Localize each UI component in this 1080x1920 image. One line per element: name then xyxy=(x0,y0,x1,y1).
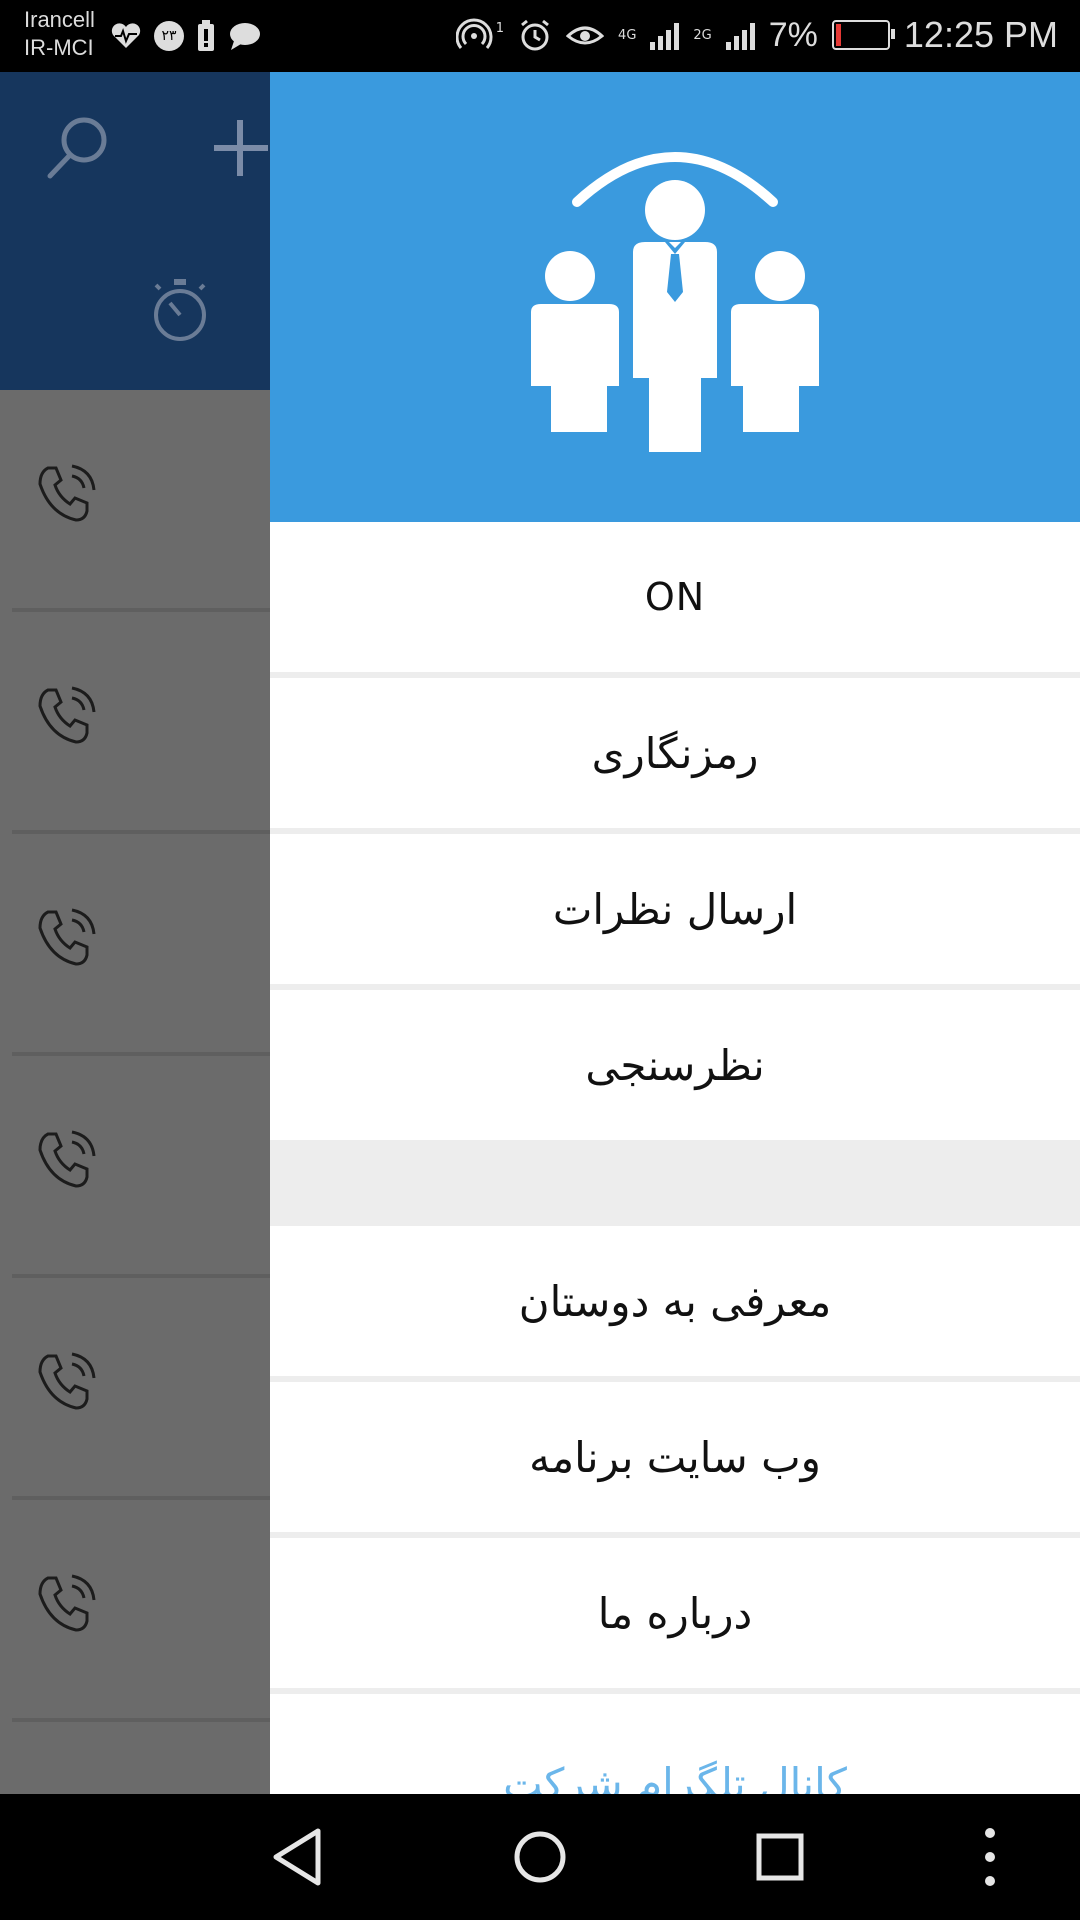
hotspot-icon xyxy=(455,18,493,49)
clock: 12:25 PM xyxy=(903,14,1058,55)
phone-call-icon[interactable] xyxy=(34,1572,98,1636)
menu-item-label: معرفی به دوستان xyxy=(518,1276,832,1326)
drawer-header xyxy=(270,72,1080,522)
app-background xyxy=(0,72,270,1794)
call-list xyxy=(0,390,270,1722)
phone-call-icon[interactable] xyxy=(34,462,98,526)
navigation-drawer: ON رمزنگاری ارسال نظرات نظرسنجی معرفی به… xyxy=(270,72,1080,1794)
drawer-menu: ON رمزنگاری ارسال نظرات نظرسنجی معرفی به… xyxy=(270,522,1080,1794)
recents-icon[interactable] xyxy=(744,1821,816,1893)
list-item[interactable] xyxy=(0,1056,270,1278)
phone-call-icon[interactable] xyxy=(34,684,98,748)
heart-rate-icon xyxy=(111,23,141,48)
phone-call-icon[interactable] xyxy=(34,906,98,970)
back-icon[interactable] xyxy=(264,1821,336,1893)
menu-divider-block xyxy=(270,1140,1080,1226)
message-icon xyxy=(230,23,260,50)
menu-item-toggle-on[interactable]: ON xyxy=(270,522,1080,678)
menu-item-telegram-channel[interactable]: کانال تلگرام شرکت xyxy=(270,1694,1080,1794)
menu-item-label: ON xyxy=(644,575,706,619)
battery-icon xyxy=(831,20,895,50)
menu-item-label: درباره ما xyxy=(597,1588,753,1638)
list-item[interactable] xyxy=(0,390,270,612)
menu-item-label: ارسال نظرات xyxy=(552,884,798,934)
eye-comfort-icon xyxy=(566,26,605,45)
menu-item-label: نظرسنجی xyxy=(585,1040,765,1090)
signal-bars-1-icon xyxy=(650,20,680,50)
menu-item-label: وب سایت برنامه xyxy=(529,1432,821,1482)
menu-item-invite-friends[interactable]: معرفی به دوستان xyxy=(270,1226,1080,1382)
list-item[interactable] xyxy=(0,834,270,1056)
list-item[interactable] xyxy=(0,1278,270,1500)
battery-percent: 7% xyxy=(768,15,818,54)
menu-item-website[interactable]: وب سایت برنامه xyxy=(270,1382,1080,1538)
menu-item-about-us[interactable]: درباره ما xyxy=(270,1538,1080,1694)
menu-item-label: رمزنگاری xyxy=(591,728,759,778)
sim-index: 1 xyxy=(495,20,505,36)
notification-icons: ۲۳ xyxy=(110,18,262,54)
carrier-labels: Irancell IR-MCI xyxy=(24,6,95,62)
status-bar: Irancell IR-MCI ۲۳ 1 4G 2G 7% 12:25 PM xyxy=(0,0,1080,72)
network-type-1: 4G xyxy=(618,27,637,43)
team-logo-icon xyxy=(531,152,819,452)
home-icon[interactable] xyxy=(504,1821,576,1893)
list-item[interactable] xyxy=(0,612,270,834)
plus-icon[interactable] xyxy=(210,112,270,182)
battery-saver-icon xyxy=(198,20,214,51)
status-right: 1 4G 2G 7% 12:25 PM xyxy=(455,14,1058,56)
list-item[interactable] xyxy=(0,1500,270,1722)
search-icon[interactable] xyxy=(44,112,114,182)
menu-item-survey[interactable]: نظرسنجی xyxy=(270,990,1080,1140)
phone-call-icon[interactable] xyxy=(34,1128,98,1192)
alarm-icon xyxy=(521,19,549,51)
signal-bars-2-icon xyxy=(725,20,755,50)
phone-call-icon[interactable] xyxy=(34,1350,98,1414)
menu-item-label: کانال تلگرام شرکت xyxy=(503,1759,847,1794)
menu-dots-icon[interactable] xyxy=(954,1821,1026,1893)
menu-item-send-feedback[interactable]: ارسال نظرات xyxy=(270,834,1080,990)
network-type-2: 2G xyxy=(693,27,712,43)
carrier-2: IR-MCI xyxy=(24,35,94,60)
stopwatch-icon[interactable] xyxy=(150,277,210,343)
carrier-1: Irancell xyxy=(24,7,95,32)
menu-item-encryption[interactable]: رمزنگاری xyxy=(270,678,1080,834)
app-toolbar xyxy=(0,72,270,390)
system-nav-bar xyxy=(0,1794,1080,1920)
notification-count-badge: ۲۳ xyxy=(154,21,184,51)
